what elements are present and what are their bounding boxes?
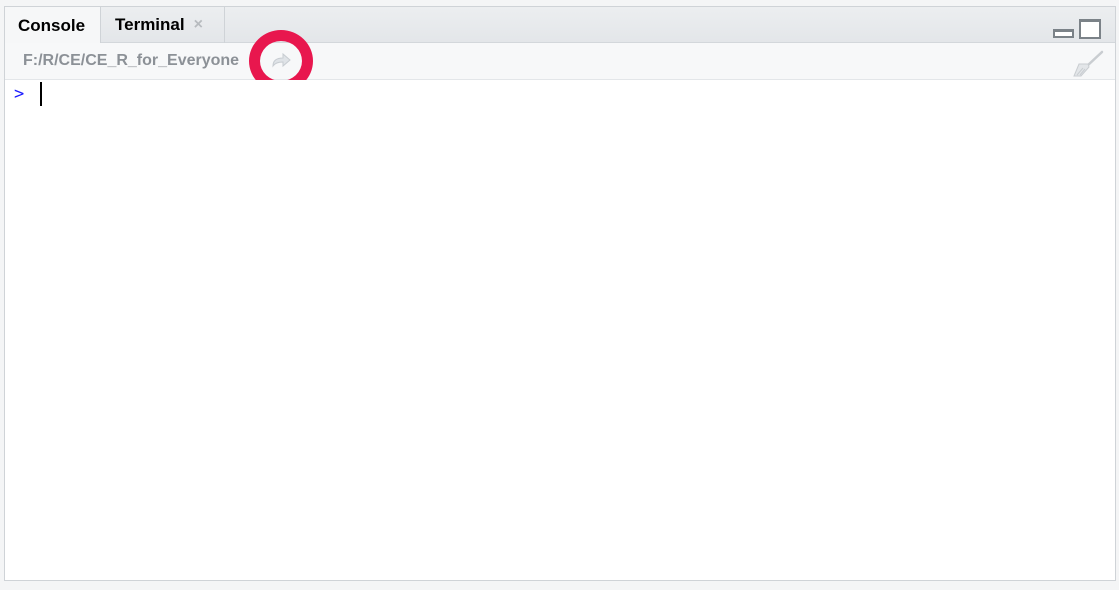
go-to-directory-arrow-icon xyxy=(272,52,291,68)
maximize-pane-icon[interactable] xyxy=(1079,19,1101,39)
tab-console-label: Console xyxy=(18,15,86,35)
console-output[interactable]: > xyxy=(5,80,1115,580)
tab-console[interactable]: Console xyxy=(5,7,101,44)
text-cursor xyxy=(40,82,42,106)
tab-terminal[interactable]: Terminal × xyxy=(101,7,225,43)
pane-controls xyxy=(1053,19,1101,39)
console-prompt: > xyxy=(14,84,25,104)
broom-icon[interactable] xyxy=(1071,49,1105,77)
console-pane: Console Terminal × F:/R/CE/CE_R_for_Ever… xyxy=(4,6,1116,581)
working-directory-bar: F:/R/CE/CE_R_for_Everyone xyxy=(5,30,1115,92)
tab-terminal-label: Terminal xyxy=(115,15,185,34)
close-icon[interactable]: × xyxy=(194,16,203,34)
minimize-pane-icon[interactable] xyxy=(1053,29,1074,38)
tab-bar: Console Terminal × xyxy=(5,7,1115,44)
working-directory-path: F:/R/CE/CE_R_for_Everyone xyxy=(23,52,240,69)
